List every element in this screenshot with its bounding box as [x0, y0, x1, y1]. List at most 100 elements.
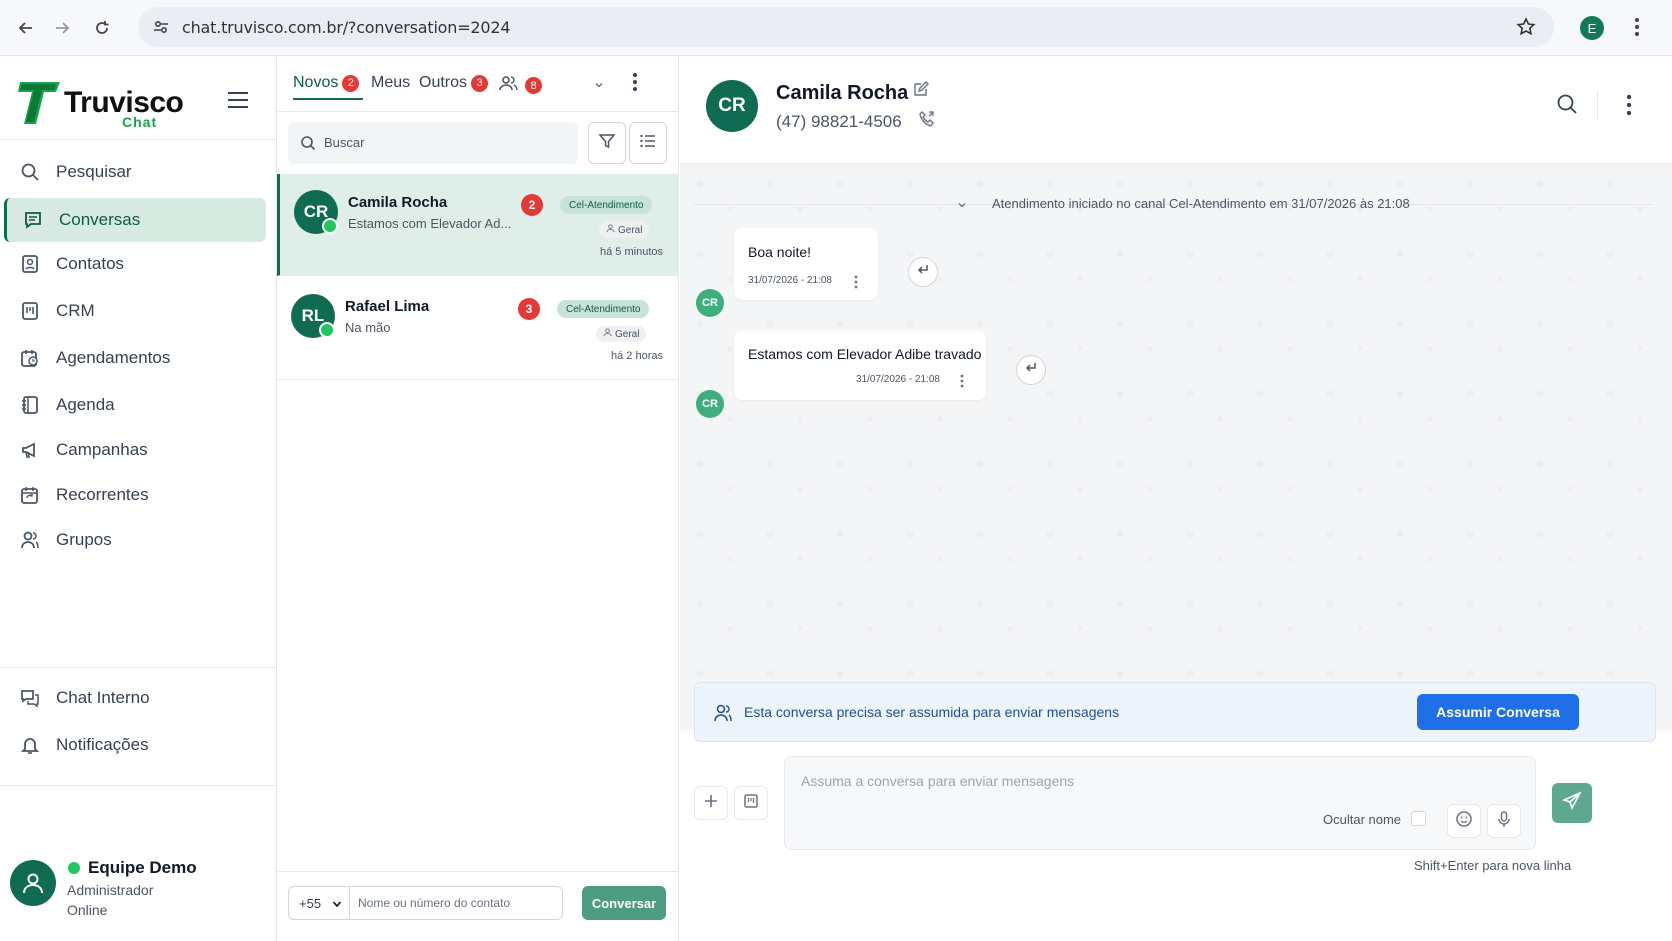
- sidebar-item-notificacoes[interactable]: Notificações: [4, 723, 266, 767]
- chat-bubbles-icon: [18, 686, 42, 710]
- users-icon: [713, 703, 733, 728]
- reload-icon[interactable]: [88, 14, 116, 42]
- phone-call-icon[interactable]: [918, 110, 936, 133]
- sidebar-item-campanhas[interactable]: Campanhas: [4, 428, 266, 472]
- sidebar-item-label: Campanhas: [56, 440, 148, 459]
- tab-label: Meus: [371, 74, 411, 91]
- tab-label: Novos: [293, 74, 339, 91]
- conversation-item[interactable]: CR Camila Rocha Estamos com Elevador Ad.…: [277, 174, 679, 276]
- tab-outros[interactable]: Outros 3: [419, 74, 489, 92]
- attach-button[interactable]: [694, 786, 728, 820]
- profile-avatar[interactable]: E: [1580, 16, 1604, 40]
- tab-groups[interactable]: 8: [499, 74, 542, 97]
- back-icon[interactable]: [12, 14, 40, 42]
- conversation-time: há 5 minutos: [600, 246, 663, 258]
- chevron-down-icon[interactable]: [956, 198, 968, 216]
- queue-label: Geral: [618, 224, 643, 236]
- user-small-icon: [603, 328, 612, 340]
- message-area[interactable]: Atendimento iniciado no canal Cel-Atendi…: [680, 164, 1672, 730]
- contact-input[interactable]: Nome ou número do contato: [349, 886, 563, 920]
- conversation-search-input[interactable]: Buscar: [288, 122, 578, 164]
- start-conversation-button[interactable]: Conversar: [582, 886, 666, 920]
- chevron-down-icon[interactable]: [593, 78, 605, 96]
- app-sidebar: Truvisco Chat Pesquisar Conversas Contat…: [0, 56, 277, 941]
- hamburger-menu-icon[interactable]: [226, 90, 254, 114]
- sidebar-item-agendamentos[interactable]: Agendamentos: [4, 336, 266, 380]
- list-view-button[interactable]: [629, 122, 667, 164]
- forward-icon[interactable]: [48, 14, 76, 42]
- sidebar-item-label: Conversas: [59, 210, 141, 229]
- contact-input-placeholder: Nome ou número do contato: [358, 896, 511, 910]
- sidebar-item-contatos[interactable]: Contatos: [4, 242, 266, 286]
- bookmark-star-icon[interactable]: [1516, 17, 1536, 42]
- search-icon[interactable]: [1556, 93, 1578, 120]
- template-button[interactable]: [734, 786, 768, 820]
- tab-meus[interactable]: Meus: [371, 74, 410, 92]
- emoji-button[interactable]: [1447, 804, 1481, 838]
- sidebar-divider: [0, 139, 277, 140]
- contact-avatar: CR: [706, 80, 758, 132]
- online-status-dot: [68, 862, 80, 874]
- browser-menu-icon[interactable]: [1634, 16, 1640, 43]
- message-time: 31/07/2026 - 21:08: [856, 374, 940, 385]
- sidebar-item-grupos[interactable]: Grupos: [4, 518, 266, 562]
- site-settings-icon[interactable]: [152, 18, 170, 41]
- country-code-select[interactable]: +55: [288, 886, 350, 920]
- filter-button[interactable]: [588, 122, 626, 164]
- sidebar-divider: [0, 667, 277, 668]
- message-menu-icon[interactable]: [854, 275, 858, 294]
- send-icon: [1561, 790, 1582, 816]
- hide-name-label: Ocultar nome: [1323, 812, 1402, 827]
- sidebar-item-chat-interno[interactable]: Chat Interno: [4, 676, 266, 720]
- message-bubble[interactable]: Boa noite! 31/07/2026 - 21:08: [734, 228, 878, 300]
- calendar-clock-icon: [18, 346, 42, 370]
- user-avatar-icon: [10, 860, 56, 906]
- list-icon: [639, 132, 657, 155]
- notice-text: Esta conversa precisa ser assumida para …: [744, 704, 1120, 720]
- reply-button[interactable]: [908, 257, 938, 287]
- sidebar-item-agenda[interactable]: Agenda: [4, 383, 266, 427]
- brand-subtitle: Chat: [122, 114, 158, 130]
- conversation-item[interactable]: RL Rafael Lima Na mão 3 Cel-Atendimento …: [277, 278, 679, 380]
- message-preview: Na mão: [345, 320, 391, 335]
- audio-button[interactable]: [1487, 804, 1521, 838]
- url-text: chat.truvisco.com.br/?conversation=2024: [182, 18, 511, 37]
- sidebar-item-recorrentes[interactable]: Recorrentes: [4, 473, 266, 517]
- users-icon: [18, 528, 42, 552]
- tab-novos[interactable]: Novos 2: [293, 74, 360, 92]
- sidebar-item-label: Contatos: [56, 254, 125, 273]
- assume-conversation-button[interactable]: Assumir Conversa: [1417, 694, 1579, 730]
- tab-label: Outros: [419, 74, 468, 91]
- bell-icon: [18, 733, 42, 757]
- user-status: Online: [67, 902, 108, 918]
- channel-tag: Cel-Atendimento: [560, 196, 653, 214]
- queue-label: Geral: [615, 328, 640, 340]
- edit-icon[interactable]: [912, 81, 929, 103]
- reply-button[interactable]: [1016, 355, 1046, 385]
- message-menu-icon[interactable]: [960, 374, 964, 393]
- sidebar-item-conversas[interactable]: Conversas: [4, 198, 266, 242]
- sidebar-item-label: Recorrentes: [56, 485, 149, 504]
- contact-name: Camila Rocha: [348, 194, 448, 211]
- emoji-icon: [1455, 810, 1473, 833]
- send-button[interactable]: [1552, 783, 1592, 823]
- user-profile[interactable]: Equipe Demo Administrador Online: [0, 838, 277, 941]
- sidebar-item-pesquisar[interactable]: Pesquisar: [4, 150, 266, 194]
- chat-panel: CR Camila Rocha (47) 98821-4506 Atendime…: [680, 56, 1672, 941]
- message-input[interactable]: Assuma a conversa para enviar mensagens …: [784, 756, 1536, 850]
- message-bubble[interactable]: Estamos com Elevador Adibe travado 31/07…: [734, 330, 986, 400]
- address-bar[interactable]: chat.truvisco.com.br/?conversation=2024: [138, 7, 1554, 47]
- chat-menu-icon[interactable]: [1626, 94, 1632, 121]
- active-tab-indicator: [293, 98, 363, 100]
- message-text: Estamos com Elevador Adibe travado: [748, 346, 982, 362]
- list-menu-icon[interactable]: [632, 72, 638, 97]
- sidebar-item-label: Pesquisar: [56, 162, 132, 181]
- conversation-tabs: Novos 2 Meus Outros 3 8: [277, 56, 679, 112]
- hide-name-checkbox[interactable]: [1411, 811, 1426, 826]
- sidebar-item-label: Agenda: [56, 395, 115, 414]
- unread-badge: 2: [521, 194, 543, 216]
- kanban-icon: [18, 299, 42, 323]
- search-icon: [300, 135, 316, 156]
- search-placeholder: Buscar: [324, 135, 365, 150]
- sidebar-item-crm[interactable]: CRM: [4, 289, 266, 333]
